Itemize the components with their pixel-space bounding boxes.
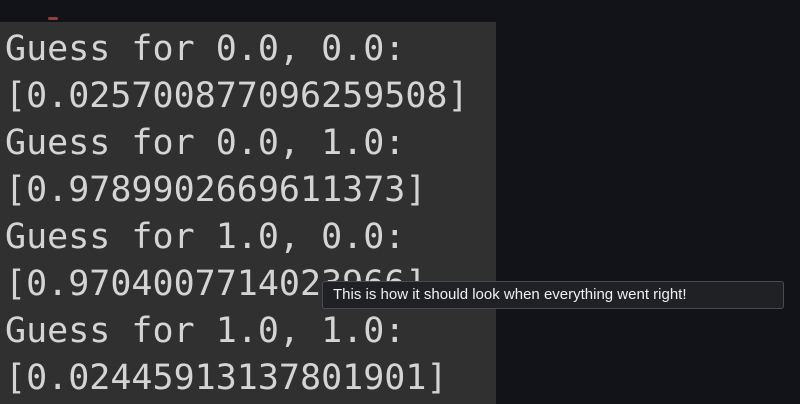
terminal-output-pane: Guess for 0.0, 0.0: [0.02570087709625950… xyxy=(0,22,496,404)
terminal-line: Guess for 1.0, 0.0: xyxy=(5,217,406,257)
terminal-line: [0.025700877096259508] xyxy=(5,76,469,116)
terminal-line: [0.9789902669611373] xyxy=(5,170,427,210)
tooltip: This is how it should look when everythi… xyxy=(322,281,784,309)
terminal-lines: Guess for 0.0, 0.0: [0.02570087709625950… xyxy=(5,26,469,402)
top-strip xyxy=(0,0,800,22)
terminal-line: Guess for 0.0, 1.0: xyxy=(5,123,406,163)
terminal-line: [0.02445913137801901] xyxy=(5,358,448,398)
terminal-line: Guess for 0.0, 0.0: xyxy=(5,29,406,69)
window-accent-mark xyxy=(48,17,58,20)
terminal-line: Guess for 1.0, 1.0: xyxy=(5,311,406,351)
screenshot: Guess for 0.0, 0.0: [0.02570087709625950… xyxy=(0,0,800,404)
